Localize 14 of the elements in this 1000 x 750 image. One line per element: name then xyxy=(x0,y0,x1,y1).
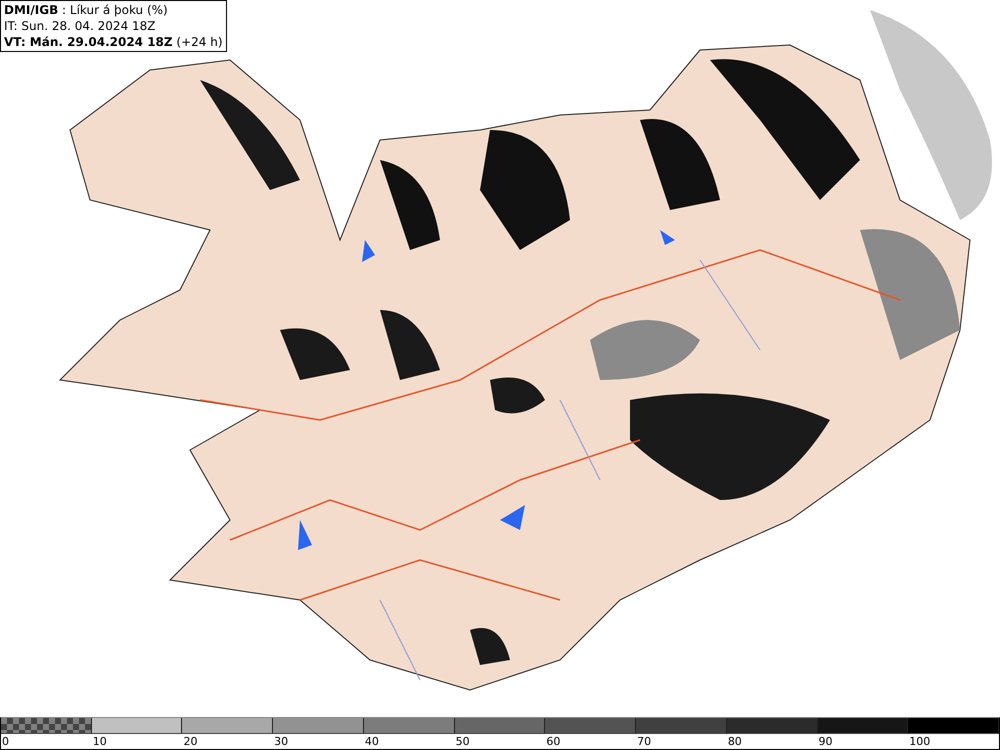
legend-label: 70 xyxy=(637,735,652,748)
info-line: DMI/IGB : Líkur á þoku (%) xyxy=(4,2,169,18)
legend-label: 80 xyxy=(728,735,742,748)
info-line: IT: Sun. 28. 04. 2024 18Z xyxy=(4,18,157,34)
legend-label: 90 xyxy=(818,735,833,748)
info-line: VT: Mán. 29.04.2024 18Z (+24 h) xyxy=(4,34,223,50)
legend-label: 30 xyxy=(274,735,288,748)
legend-label: 40 xyxy=(364,735,379,748)
legend-label: 100 xyxy=(909,735,930,748)
legend-label: 0 xyxy=(2,735,9,748)
legend-label: 10 xyxy=(92,735,107,748)
legend-label: 60 xyxy=(546,735,560,748)
legend-label: 50 xyxy=(456,735,470,748)
legend-label: 20 xyxy=(183,735,198,748)
